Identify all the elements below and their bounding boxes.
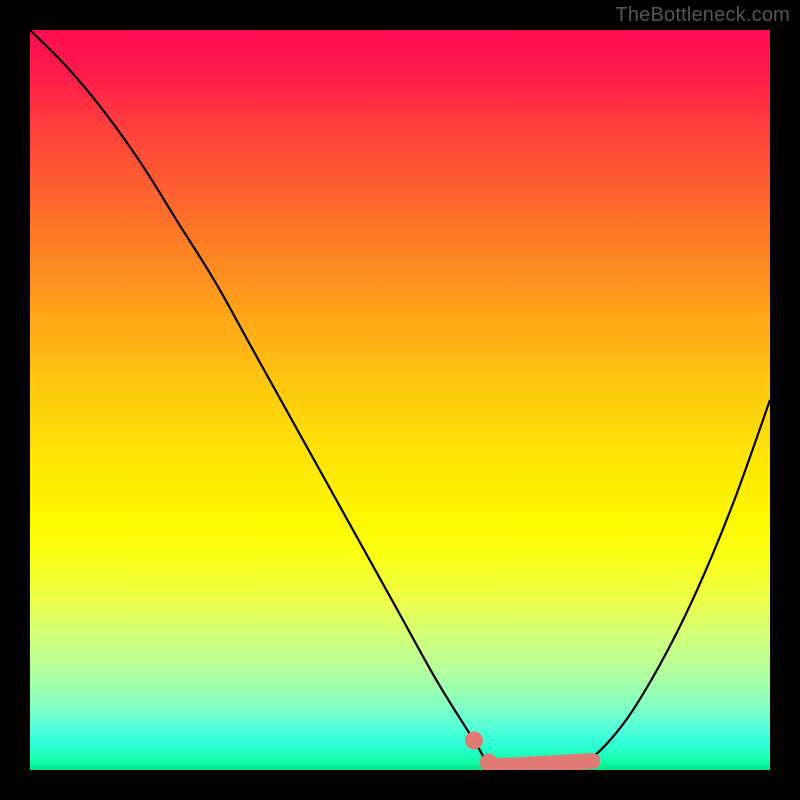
chart-frame: TheBottleneck.com: [0, 0, 800, 800]
bottleneck-curve: [30, 30, 770, 770]
chart-svg: [30, 30, 770, 770]
highlight-segment: [496, 761, 592, 766]
watermark-text: TheBottleneck.com: [615, 4, 790, 27]
highlight-dot: [465, 731, 483, 749]
plot-area: [30, 30, 770, 770]
